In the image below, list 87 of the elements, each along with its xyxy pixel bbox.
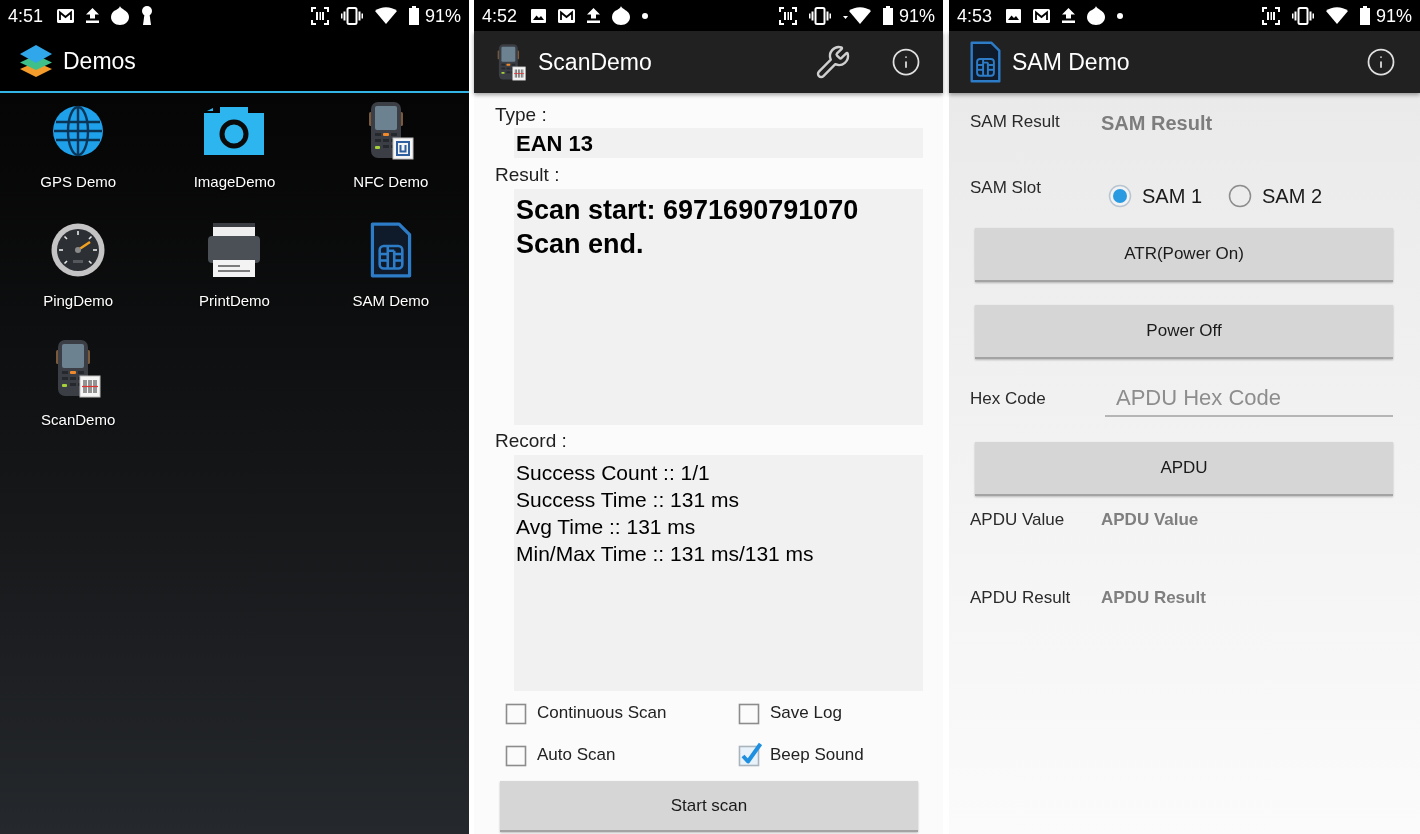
app-title: SAM Demo xyxy=(1012,47,1130,77)
apdu-button[interactable]: APDU xyxy=(975,442,1393,496)
handheld-device-icon xyxy=(497,43,526,81)
handheld-device-icon[interactable] xyxy=(55,340,102,398)
radio-label[interactable]: SAM 1 xyxy=(1142,184,1203,208)
app-label[interactable]: PrintDemo xyxy=(199,292,270,310)
field-label: Hex Code xyxy=(970,388,1047,410)
app-label[interactable]: ImageDemo xyxy=(193,173,276,191)
record-text: Min/Max Time :: 131 ms/131 ms xyxy=(516,541,814,567)
status-time: 4:53 xyxy=(957,5,993,26)
image-icon xyxy=(1006,8,1022,23)
field-label: Record : xyxy=(495,430,568,452)
checkbox-label[interactable]: Continuous Scan xyxy=(537,702,667,723)
record-text: Success Count :: 1/1 xyxy=(516,460,710,486)
app-label[interactable]: SAM Demo xyxy=(352,292,430,310)
app-label[interactable]: NFC Demo xyxy=(353,173,429,191)
upload-icon xyxy=(587,8,601,23)
checkbox[interactable] xyxy=(738,742,762,767)
field-label: SAM Result xyxy=(970,110,1061,133)
result-value: SAM Result xyxy=(1101,111,1213,135)
record-text: Success Time :: 131 ms xyxy=(516,487,739,513)
field-label: Type : xyxy=(495,104,548,126)
app-label[interactable]: PingDemo xyxy=(43,292,114,310)
printer-icon[interactable] xyxy=(207,223,262,277)
info-icon[interactable] xyxy=(891,47,921,77)
field-label: APDU Value xyxy=(970,509,1066,531)
wifi-icon xyxy=(1325,7,1348,24)
dot-icon xyxy=(642,12,649,19)
scan-frame-icon xyxy=(778,6,797,25)
vibrate-icon xyxy=(1291,6,1314,25)
dot-icon xyxy=(1117,12,1124,19)
checkbox-label[interactable]: Beep Sound xyxy=(770,744,864,765)
field-label: SAM Slot xyxy=(970,177,1042,199)
record-text: Avg Time :: 131 ms xyxy=(516,514,696,540)
type-value: EAN 13 xyxy=(514,128,923,158)
upload-icon xyxy=(1062,8,1076,23)
layers-logo-icon xyxy=(19,44,53,78)
scan-frame-icon xyxy=(310,6,329,25)
checkbox-label[interactable]: Auto Scan xyxy=(537,744,616,765)
scan-frame-icon xyxy=(1261,6,1280,25)
battery-percent: 91% xyxy=(898,5,935,26)
app-title: ScanDemo xyxy=(538,47,652,77)
status-time: 4:52 xyxy=(482,5,518,26)
field-label: APDU Result xyxy=(970,587,1072,609)
result-value: APDU Result xyxy=(1101,587,1206,609)
image-icon xyxy=(531,8,547,23)
radio-button[interactable] xyxy=(1108,184,1132,208)
mail-icon xyxy=(558,8,576,23)
drop-icon xyxy=(111,6,130,25)
sim-card-icon xyxy=(969,41,1002,83)
battery-icon xyxy=(882,6,893,25)
result-text: Scan start: 6971690791070 xyxy=(516,194,859,227)
power-off-button[interactable]: Power Off xyxy=(975,305,1393,359)
radio-label[interactable]: SAM 2 xyxy=(1262,184,1323,208)
app-label[interactable]: GPS Demo xyxy=(40,173,117,191)
hex-code-input[interactable]: APDU Hex Code xyxy=(1105,381,1393,417)
mail-icon xyxy=(57,8,75,23)
battery-icon xyxy=(408,6,419,25)
checkbox-label[interactable]: Save Log xyxy=(770,702,842,723)
camera-icon[interactable] xyxy=(203,107,266,155)
handheld-device-icon[interactable] xyxy=(367,102,414,160)
vibrate-icon xyxy=(808,6,831,25)
status-time: 4:51 xyxy=(8,5,44,26)
app-label[interactable]: ScanDemo xyxy=(41,411,116,429)
settings-icon[interactable] xyxy=(815,44,851,80)
upload-icon xyxy=(86,8,100,23)
sim-card-icon[interactable] xyxy=(369,221,412,279)
start-scan-button[interactable]: Start scan xyxy=(500,781,918,832)
info-icon[interactable] xyxy=(1366,47,1396,77)
drop-icon xyxy=(612,6,631,25)
drop-icon xyxy=(1087,6,1106,25)
battery-percent: 91% xyxy=(424,5,461,26)
battery-percent: 91% xyxy=(1375,5,1412,26)
power-on-button[interactable]: ATR(Power On) xyxy=(975,228,1393,282)
radio-button[interactable] xyxy=(1228,184,1253,208)
mail-icon xyxy=(1033,8,1051,23)
result-text: Scan end. xyxy=(516,228,644,261)
keyhole-icon xyxy=(141,6,154,25)
globe-icon[interactable] xyxy=(52,105,105,157)
wifi-icon xyxy=(374,7,397,24)
vibrate-icon xyxy=(340,6,363,25)
battery-icon xyxy=(1359,6,1370,25)
result-value: APDU Value xyxy=(1101,509,1199,531)
field-label: Result : xyxy=(495,164,561,186)
wifi-icon xyxy=(842,7,871,24)
app-title: Demos xyxy=(63,46,136,76)
gauge-icon[interactable] xyxy=(51,223,106,277)
